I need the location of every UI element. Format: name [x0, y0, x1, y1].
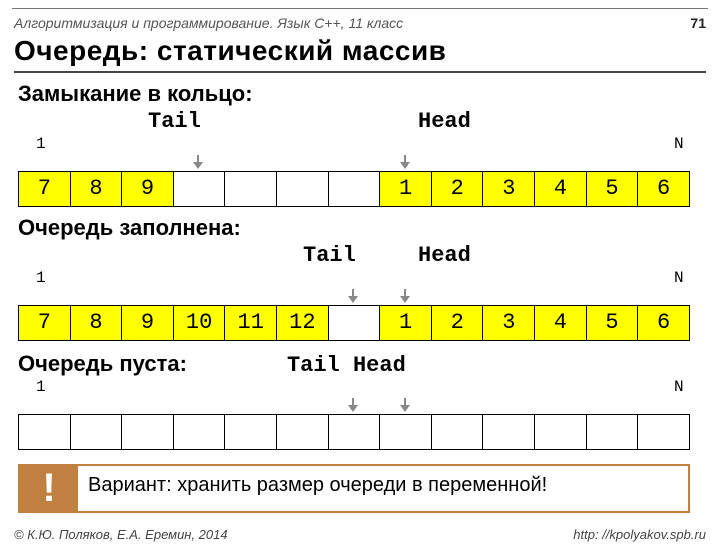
head-arrow-icon: [400, 398, 410, 412]
array-cell: [71, 415, 123, 449]
section3-title: Очередь пуста:: [18, 351, 187, 377]
array-cell: 8: [71, 306, 123, 340]
array-cell: [225, 172, 277, 206]
array-cell: [174, 172, 226, 206]
head-label: Head: [418, 243, 471, 268]
page-title: Очередь: статический массив: [14, 35, 706, 73]
array-cell: 11: [225, 306, 277, 340]
array-cell: 12: [277, 306, 329, 340]
array-cell: 7: [19, 306, 71, 340]
breadcrumb: Алгоритмизация и программирование. Язык …: [14, 15, 403, 31]
head-label: Head: [418, 109, 471, 134]
array-cell: [329, 306, 381, 340]
tail-arrow-icon: [348, 398, 358, 412]
tail-arrow-icon: [348, 289, 358, 303]
array-cell: 9: [122, 172, 174, 206]
array-cell: 1: [380, 172, 432, 206]
array-cell: 9: [122, 306, 174, 340]
array-cell: 8: [71, 172, 123, 206]
tail-label: Tail: [148, 109, 201, 134]
array-cell: [174, 415, 226, 449]
page-number: 71: [690, 15, 706, 31]
array-cell: [432, 415, 484, 449]
array-cell: 3: [483, 172, 535, 206]
array-cell: [122, 415, 174, 449]
array-cell: 6: [638, 306, 689, 340]
index-1: 1: [36, 378, 46, 396]
array-cell: [535, 415, 587, 449]
head-arrow-icon: [400, 155, 410, 169]
array-cell: 5: [587, 172, 639, 206]
note-box: ! Вариант: хранить размер очереди в пере…: [18, 464, 690, 513]
index-n: N: [674, 135, 684, 153]
array-cell: [19, 415, 71, 449]
array-cell: [277, 172, 329, 206]
array-cell: 2: [432, 306, 484, 340]
index-n: N: [674, 378, 684, 396]
index-1: 1: [36, 135, 46, 153]
array-cell: 1: [380, 306, 432, 340]
array-cell: [329, 415, 381, 449]
ring-array-2: 789101112123456: [18, 305, 690, 341]
array-cell: [329, 172, 381, 206]
array-cell: 3: [483, 306, 535, 340]
index-n: N: [674, 269, 684, 287]
array-cell: [638, 415, 689, 449]
tail-label: Tail: [303, 243, 356, 268]
warning-icon: !: [20, 466, 78, 511]
section2-title: Очередь заполнена:: [18, 215, 702, 241]
note-text: Вариант: хранить размер очереди в переме…: [78, 466, 688, 511]
array-cell: [380, 415, 432, 449]
array-cell: 2: [432, 172, 484, 206]
array-cell: 7: [19, 172, 71, 206]
tail-head-label: Tail Head: [287, 353, 406, 378]
array-cell: 5: [587, 306, 639, 340]
ring-array-1: 789 123456: [18, 171, 690, 207]
array-cell: 4: [535, 306, 587, 340]
array-cell: [277, 415, 329, 449]
array-cell: 10: [174, 306, 226, 340]
array-cell: [225, 415, 277, 449]
index-1: 1: [36, 269, 46, 287]
ring-array-3: [18, 414, 690, 450]
head-arrow-icon: [400, 289, 410, 303]
array-cell: [587, 415, 639, 449]
array-cell: [483, 415, 535, 449]
array-cell: 4: [535, 172, 587, 206]
section1-title: Замыкание в кольцо:: [18, 81, 702, 107]
array-cell: 6: [638, 172, 689, 206]
tail-arrow-icon: [193, 155, 203, 169]
